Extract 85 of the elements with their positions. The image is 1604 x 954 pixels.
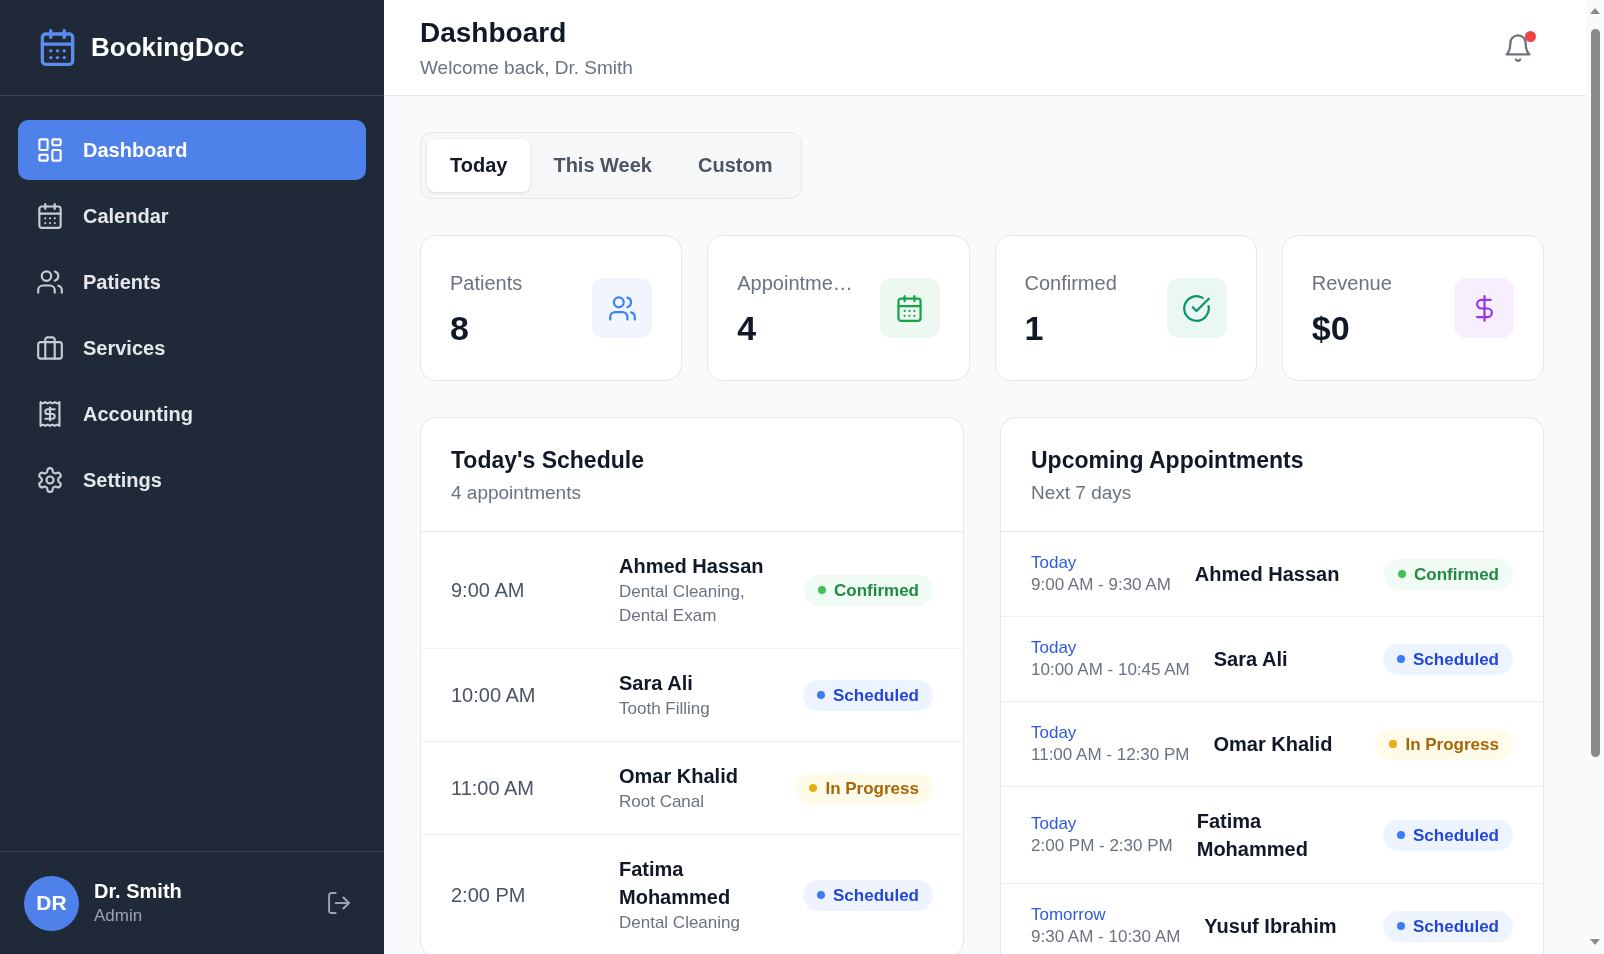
- user-role: Admin: [94, 905, 144, 927]
- period-tab[interactable]: Custom: [675, 139, 796, 192]
- stat-label: Revenue: [1311, 270, 1392, 296]
- nav-item[interactable]: Dashboard: [18, 120, 366, 180]
- appointment-time: 9:00 AM - 9:30 AM: [1031, 574, 1171, 596]
- scroll-down-icon[interactable]: [1590, 939, 1600, 945]
- status-label: In Progress: [825, 777, 919, 800]
- avatar: DR: [24, 875, 79, 931]
- status-dot-icon: [818, 586, 826, 594]
- appointment-day: Today: [1031, 722, 1190, 744]
- status-label: Confirmed: [834, 579, 919, 602]
- scroll-up-icon[interactable]: [1590, 8, 1600, 14]
- service-text: Root Canal: [619, 791, 706, 813]
- appointment-day: Today: [1031, 552, 1171, 574]
- nav-item[interactable]: Services: [18, 318, 366, 378]
- page-title: Dashboard: [420, 15, 568, 50]
- appointment-time: 10:00 AM: [451, 683, 537, 708]
- receipt-icon: [37, 401, 63, 427]
- logout-button[interactable]: [325, 889, 353, 917]
- appointment-time: 11:00 AM: [451, 776, 536, 801]
- patient-name: Fatima Mohammed: [619, 857, 732, 910]
- users-icon: [37, 269, 63, 295]
- bell-icon: [1505, 33, 1531, 62]
- stat-label: Appointme…: [737, 270, 853, 296]
- card-subtitle: Next 7 days: [1031, 481, 1133, 505]
- scrollbar-thumb[interactable]: [1590, 29, 1600, 757]
- logout-icon: [328, 892, 350, 914]
- status-label: Scheduled: [1413, 915, 1499, 938]
- appointment-time: 9:30 AM - 10:30 AM: [1031, 926, 1181, 948]
- user-name: Dr. Smith: [94, 879, 183, 904]
- stat-value: $0: [1311, 307, 1351, 348]
- status-dot-icon: [817, 891, 826, 899]
- patient-name: Sara Ali: [1213, 647, 1288, 672]
- stat-label: Patients: [450, 270, 523, 296]
- patient-name: Ahmed Hassan: [619, 554, 765, 579]
- nav-item[interactable]: Calendar: [18, 186, 366, 246]
- page-subtitle: Welcome back, Dr. Smith: [420, 55, 633, 80]
- patient-name: Ahmed Hassan: [1194, 562, 1340, 587]
- nav-item[interactable]: Settings: [18, 450, 366, 510]
- status-label: Scheduled: [833, 884, 919, 907]
- nav-item[interactable]: Patients: [18, 252, 366, 312]
- service-text: Tooth Filling: [619, 698, 711, 720]
- service-text: Dental Cleaning: [619, 912, 741, 934]
- period-tab[interactable]: This Week: [530, 139, 675, 192]
- status-label: Scheduled: [1413, 648, 1499, 671]
- card-title: Today's Schedule: [451, 446, 645, 475]
- appointment-day: Today: [1031, 813, 1173, 835]
- patient-name: Omar Khalid: [1213, 732, 1333, 757]
- status-label: Scheduled: [1413, 824, 1499, 847]
- stat-label: Confirmed: [1024, 270, 1117, 296]
- status-dot-icon: [1389, 740, 1398, 748]
- stat-value: 1: [1024, 307, 1045, 348]
- appointment-day: Tomorrow: [1031, 904, 1181, 926]
- status-label: In Progress: [1405, 733, 1499, 756]
- settings-icon: [37, 467, 63, 493]
- status-label: Scheduled: [833, 684, 919, 707]
- stat-value: 8: [450, 307, 470, 348]
- briefcase-icon: [37, 335, 63, 361]
- nav-item[interactable]: Accounting: [18, 384, 366, 444]
- appointment-time: 11:00 AM - 12:30 PM: [1031, 744, 1190, 766]
- patient-name: Sara Ali: [619, 671, 694, 696]
- appointment-time: 9:00 AM: [451, 578, 526, 603]
- patient-name: Omar Khalid: [619, 764, 739, 789]
- period-tab[interactable]: Today: [427, 139, 531, 192]
- brand-name: BookingDoc: [91, 32, 245, 63]
- patient-name: Yusuf Ibrahim: [1204, 914, 1337, 939]
- appointment-time: 10:00 AM - 10:45 AM: [1031, 659, 1190, 681]
- status-dot-icon: [1397, 922, 1406, 930]
- card-subtitle: 4 appointments: [451, 481, 582, 505]
- stat-value: 4: [737, 307, 758, 348]
- card-title: Upcoming Appointments: [1031, 446, 1305, 475]
- service-text: Dental Cleaning, Dental Exam: [619, 581, 746, 627]
- status-dot-icon: [1398, 570, 1406, 578]
- status-dot-icon: [1397, 831, 1406, 839]
- appointment-time: 2:00 PM - 2:30 PM: [1031, 835, 1173, 857]
- calendar-icon: [37, 203, 63, 229]
- layout-grid-icon: [37, 137, 63, 163]
- status-label: Confirmed: [1414, 563, 1499, 586]
- status-dot-icon: [817, 691, 826, 699]
- appointment-time: 2:00 PM: [451, 883, 527, 908]
- calendar-icon: [39, 29, 76, 66]
- patient-name: Fatima Mohammed: [1196, 809, 1309, 862]
- appointment-day: Today: [1031, 637, 1190, 659]
- status-dot-icon: [809, 784, 818, 792]
- status-dot-icon: [1397, 655, 1406, 663]
